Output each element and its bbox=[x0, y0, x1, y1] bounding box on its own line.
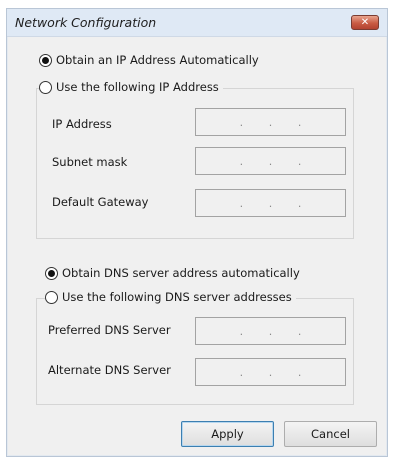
alternate-dns-field[interactable]: ... bbox=[195, 358, 346, 386]
dns-manual-radio[interactable] bbox=[45, 290, 58, 304]
dns-auto-radio[interactable] bbox=[45, 266, 58, 280]
apply-button[interactable]: Apply bbox=[181, 421, 274, 447]
cancel-button[interactable]: Cancel bbox=[284, 421, 377, 447]
subnet-mask-field[interactable]: ... bbox=[195, 147, 346, 175]
ip-auto-option[interactable]: Obtain an IP Address Automatically bbox=[39, 53, 259, 67]
ip-address-label: IP Address bbox=[52, 117, 112, 131]
dialog-title: Network Configuration bbox=[15, 15, 157, 30]
close-button[interactable]: ✕ bbox=[351, 15, 379, 30]
ip-manual-option[interactable]: Use the following IP Address bbox=[39, 80, 223, 94]
default-gateway-field[interactable]: ... bbox=[195, 189, 346, 217]
ip-auto-label: Obtain an IP Address Automatically bbox=[56, 53, 259, 67]
dns-settings-group bbox=[36, 298, 354, 405]
ip-auto-radio[interactable] bbox=[39, 53, 52, 67]
ip-manual-label: Use the following IP Address bbox=[56, 80, 219, 94]
network-configuration-dialog: Network Configuration ✕ Obtain an IP Add… bbox=[6, 8, 388, 457]
ip-address-field[interactable]: ... bbox=[195, 108, 346, 136]
dns-manual-label: Use the following DNS server addresses bbox=[62, 290, 292, 304]
default-gateway-label: Default Gateway bbox=[52, 195, 149, 209]
preferred-dns-label: Preferred DNS Server bbox=[48, 323, 171, 337]
alternate-dns-label: Alternate DNS Server bbox=[48, 363, 171, 377]
dns-auto-label: Obtain DNS server address automatically bbox=[62, 266, 300, 280]
title-bar: Network Configuration ✕ bbox=[7, 9, 387, 37]
close-icon: ✕ bbox=[360, 17, 370, 28]
dns-auto-option[interactable]: Obtain DNS server address automatically bbox=[45, 266, 300, 280]
ip-manual-radio[interactable] bbox=[39, 80, 52, 94]
dns-manual-option[interactable]: Use the following DNS server addresses bbox=[45, 290, 296, 304]
preferred-dns-field[interactable]: ... bbox=[195, 317, 346, 345]
subnet-mask-label: Subnet mask bbox=[52, 155, 128, 169]
